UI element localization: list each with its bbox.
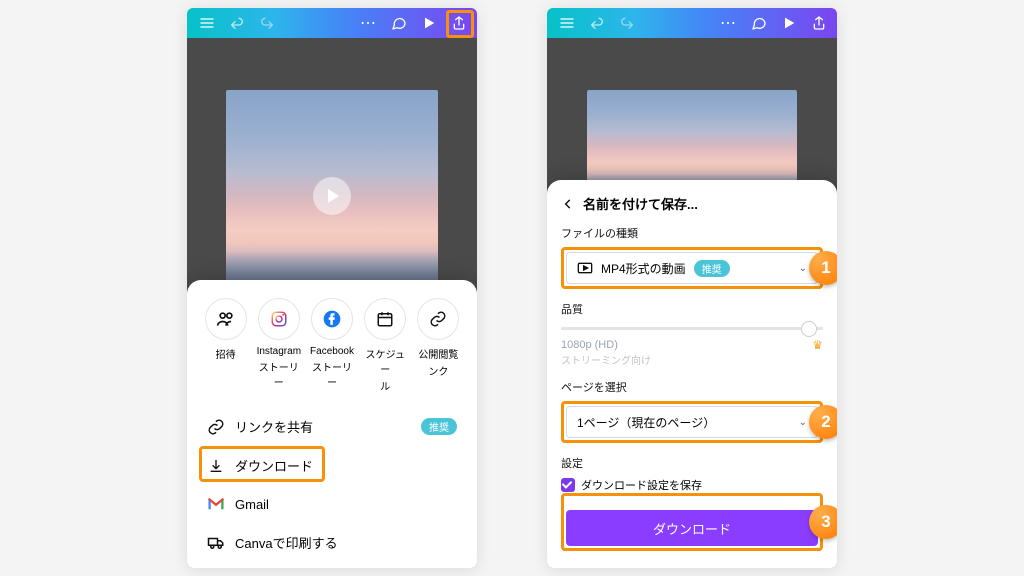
undo-icon[interactable] <box>589 15 605 31</box>
more-icon[interactable]: ⋯ <box>360 13 377 33</box>
play-icon[interactable] <box>421 15 437 31</box>
play-icon[interactable] <box>781 15 797 31</box>
share-label: 招待 <box>216 346 236 361</box>
pages-highlight: 1ページ（現在のページ） ⌄ <box>561 401 823 443</box>
invite-icon <box>205 298 247 340</box>
share-label: ストーリー <box>307 359 356 389</box>
share-schedule[interactable]: スケジュー ル <box>361 298 410 393</box>
recommended-badge: 推奨 <box>694 260 730 277</box>
share-invite[interactable]: 招待 <box>201 298 250 393</box>
share-sheet: 招待 Instagram ストーリー Facebook ストーリー スケジュー … <box>187 280 477 568</box>
share-public-link[interactable]: 公開閲覧 ンク <box>414 298 463 393</box>
gmail-icon <box>207 495 225 513</box>
comment-icon[interactable] <box>751 15 767 31</box>
share-icon[interactable] <box>811 15 827 31</box>
step-badge-1: 1 <box>809 251 837 285</box>
undo-icon[interactable] <box>229 15 245 31</box>
share-label: ンク <box>428 363 448 378</box>
recommended-badge: 推奨 <box>421 418 457 435</box>
menu-icon[interactable] <box>559 15 575 31</box>
share-label: ル <box>380 378 390 393</box>
download-btn-highlight: ダウンロード <box>561 493 823 551</box>
share-label: Instagram <box>257 346 301 357</box>
checkbox-label: ダウンロード設定を保存 <box>581 477 702 493</box>
menu-label: Gmail <box>235 497 269 512</box>
step-badge-3: 3 <box>809 505 837 539</box>
play-overlay-icon[interactable] <box>313 177 351 215</box>
share-instagram[interactable]: Instagram ストーリー <box>254 298 303 393</box>
link-icon <box>417 298 459 340</box>
chevron-down-icon: ⌄ <box>799 263 807 274</box>
share-menu: リンクを共有 推奨 ダウンロード Gmail Canvaで印刷する <box>193 407 471 562</box>
save-settings-checkbox[interactable]: ダウンロード設定を保存 <box>561 477 823 493</box>
download-sheet: 名前を付けて保存... ファイルの種類 MP4形式の動画 推奨 ⌄ 1 品質 1… <box>547 180 837 568</box>
more-icon[interactable]: ⋯ <box>720 13 737 33</box>
settings-label: 設定 <box>561 455 823 471</box>
share-label: スケジュー <box>361 346 410 376</box>
checkbox-icon <box>561 478 575 492</box>
download-highlight <box>199 446 325 482</box>
premium-icon: ♛ <box>812 338 823 352</box>
menu-print[interactable]: Canvaで印刷する <box>193 523 471 562</box>
share-label: 公開閲覧 <box>418 346 458 361</box>
top-bar: ⋯ <box>187 8 477 38</box>
menu-label: Canvaで印刷する <box>235 533 338 552</box>
menu-share-link[interactable]: リンクを共有 推奨 <box>193 407 471 446</box>
file-type-highlight: MP4形式の動画 推奨 ⌄ <box>561 247 823 289</box>
step-badge-2: 2 <box>809 405 837 439</box>
file-type-value: MP4形式の動画 <box>601 260 686 277</box>
video-thumbnail[interactable] <box>226 90 438 302</box>
share-highlight <box>446 10 474 38</box>
calendar-icon <box>364 298 406 340</box>
redo-icon[interactable] <box>619 15 635 31</box>
sheet-title: 名前を付けて保存... <box>561 194 823 213</box>
comment-icon[interactable] <box>391 15 407 31</box>
quality-sublabel: ストリーミング向け <box>561 352 823 367</box>
file-type-select[interactable]: MP4形式の動画 推奨 ⌄ <box>566 252 818 284</box>
truck-icon <box>207 534 225 552</box>
phone-left: ⋯ 招待 Instagram ストーリー Facebook ストー <box>187 8 477 568</box>
file-type-label: ファイルの種類 <box>561 225 823 241</box>
pages-select[interactable]: 1ページ（現在のページ） ⌄ <box>566 406 818 438</box>
share-label: Facebook <box>310 346 354 357</box>
quality-value: 1080p (HD) ♛ <box>561 338 823 352</box>
instagram-icon <box>258 298 300 340</box>
share-label: ストーリー <box>254 359 303 389</box>
video-icon <box>577 262 593 274</box>
facebook-icon <box>311 298 353 340</box>
share-targets-row: 招待 Instagram ストーリー Facebook ストーリー スケジュー … <box>193 298 471 393</box>
link-icon <box>207 418 225 436</box>
download-button[interactable]: ダウンロード <box>566 510 818 546</box>
chevron-down-icon: ⌄ <box>799 417 807 428</box>
pages-label: ページを選択 <box>561 379 823 395</box>
quality-label: 品質 <box>561 301 823 317</box>
menu-icon[interactable] <box>199 15 215 31</box>
redo-icon[interactable] <box>259 15 275 31</box>
menu-gmail[interactable]: Gmail <box>193 485 471 523</box>
top-bar: ⋯ <box>547 8 837 38</box>
phone-right: ⋯ 名前を付けて保存... ファイルの種類 MP4形式の動画 推奨 ⌄ 1 <box>547 8 837 568</box>
menu-label: リンクを共有 <box>235 417 313 436</box>
quality-slider[interactable] <box>561 327 823 330</box>
share-facebook[interactable]: Facebook ストーリー <box>307 298 356 393</box>
back-icon[interactable] <box>561 197 575 211</box>
pages-value: 1ページ（現在のページ） <box>577 414 715 431</box>
